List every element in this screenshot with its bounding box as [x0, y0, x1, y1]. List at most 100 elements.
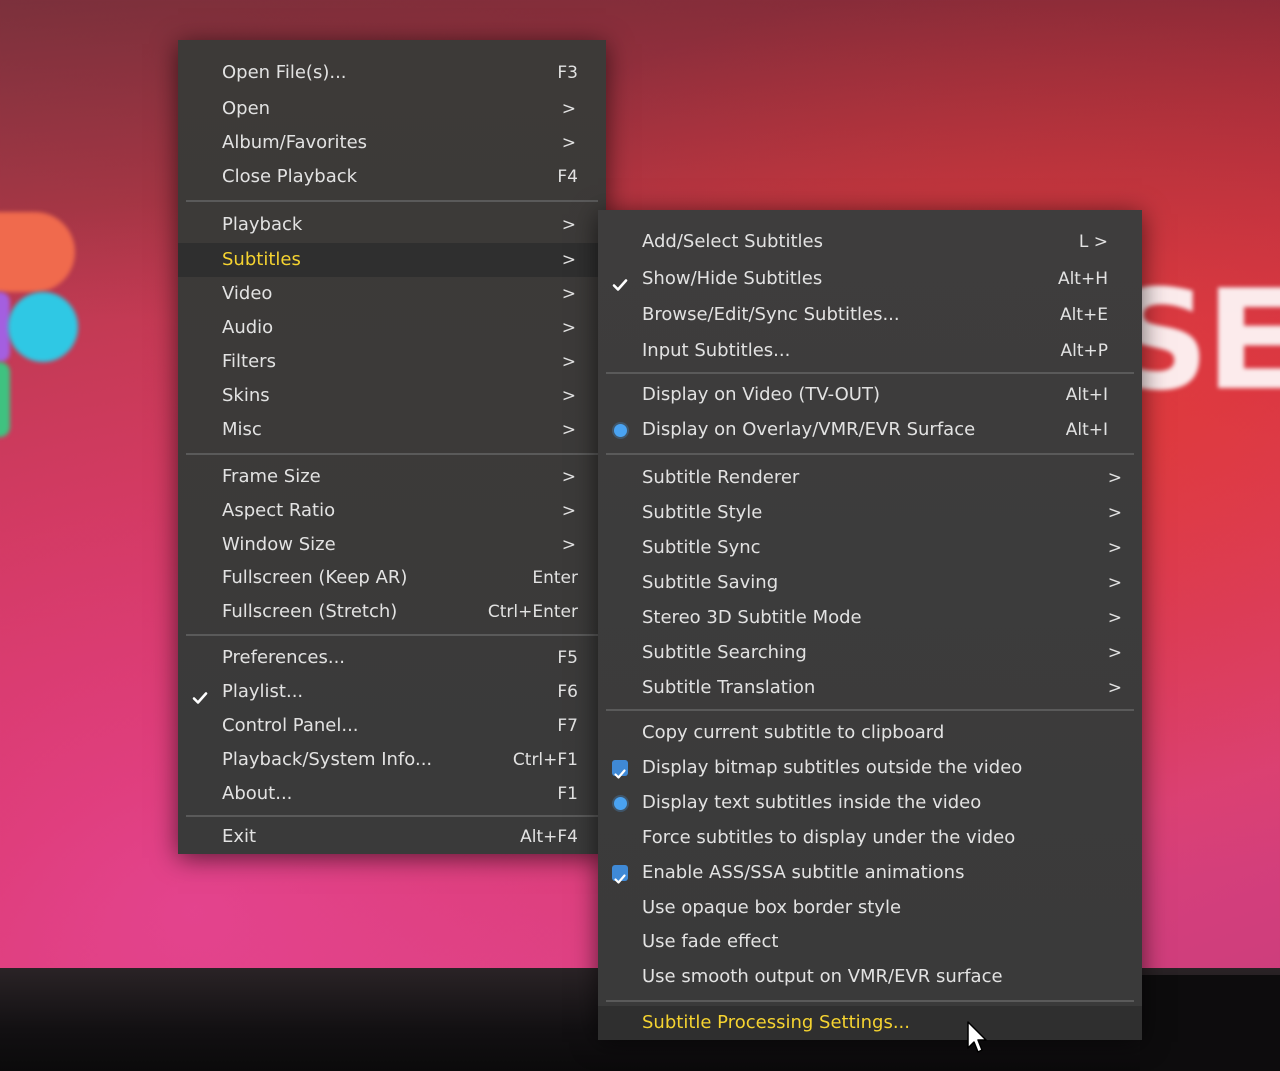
submenu-item-text-inside-video[interactable]: Display text subtitles inside the video — [598, 786, 1142, 820]
menu-item-shortcut: Alt+H — [1057, 269, 1108, 289]
menu-item-label: Skins — [222, 385, 270, 406]
menu-item-audio[interactable]: Audio > — [178, 311, 606, 345]
menu-separator — [186, 453, 598, 455]
submenu-item-subtitle-translation[interactable]: Subtitle Translation > — [598, 671, 1142, 705]
submenu-item-subtitle-saving[interactable]: Subtitle Saving > — [598, 566, 1142, 600]
menu-item-shortcut: Enter — [532, 568, 578, 588]
submenu-item-display-on-overlay[interactable]: Display on Overlay/VMR/EVR Surface Alt+I — [598, 413, 1142, 447]
menu-item-shortcut: F1 — [557, 784, 578, 804]
menu-item-control-panel[interactable]: Control Panel... F7 — [178, 709, 606, 743]
submenu-arrow-icon: > — [561, 535, 576, 555]
menu-item-label: Misc — [222, 419, 262, 440]
menu-item-preferences[interactable]: Preferences... F5 — [178, 641, 606, 675]
menu-item-label: Control Panel... — [222, 715, 359, 736]
menu-item-playback-system-info[interactable]: Playback/System Info... Ctrl+F1 — [178, 743, 606, 777]
menu-item-label: Subtitle Style — [642, 502, 763, 523]
menu-item-label: Browse/Edit/Sync Subtitles... — [642, 304, 900, 325]
submenu-arrow-icon: > — [561, 318, 576, 338]
submenu-item-subtitle-sync[interactable]: Subtitle Sync > — [598, 531, 1142, 565]
menu-item-label: Copy current subtitle to clipboard — [642, 722, 945, 743]
menu-item-label: Use smooth output on VMR/EVR surface — [642, 966, 1003, 987]
submenu-item-display-on-video[interactable]: Display on Video (TV-OUT) Alt+I — [598, 378, 1142, 412]
submenu-item-subtitle-processing-settings[interactable]: Subtitle Processing Settings... — [598, 1006, 1142, 1040]
menu-item-shortcut: L > — [1078, 232, 1108, 252]
submenu-item-subtitle-renderer[interactable]: Subtitle Renderer > — [598, 461, 1142, 495]
menu-item-album-favorites[interactable]: Album/Favorites > — [178, 126, 606, 160]
menu-item-about[interactable]: About... F1 — [178, 777, 606, 811]
submenu-item-input-subtitles[interactable]: Input Subtitles... Alt+P — [598, 334, 1142, 368]
menu-separator — [606, 1000, 1134, 1002]
menu-item-shortcut: Alt+P — [1060, 341, 1108, 361]
menu-item-window-size[interactable]: Window Size > — [178, 528, 606, 562]
menu-item-label: Playback — [222, 214, 303, 235]
submenu-item-show-hide-subtitles[interactable]: Show/Hide Subtitles Alt+H — [598, 262, 1142, 296]
menu-item-label: Display on Overlay/VMR/EVR Surface — [642, 419, 976, 440]
menu-item-close-playback[interactable]: Close Playback F4 — [178, 160, 606, 194]
radio-selected-icon — [614, 797, 627, 810]
submenu-arrow-icon: > — [561, 467, 576, 487]
menu-item-filters[interactable]: Filters > — [178, 345, 606, 379]
menu-item-shortcut: F4 — [557, 167, 578, 187]
menu-item-label: Enable ASS/SSA subtitle animations — [642, 862, 965, 883]
submenu-arrow-icon: > — [1107, 503, 1122, 523]
menu-item-label: About... — [222, 783, 293, 804]
menu-item-label: Open File(s)... — [222, 62, 347, 83]
menu-separator — [186, 200, 598, 202]
menu-item-shortcut: Alt+I — [1065, 420, 1108, 440]
submenu-item-bitmap-outside-video[interactable]: Display bitmap subtitles outside the vid… — [598, 751, 1142, 785]
submenu-item-browse-edit-sync[interactable]: Browse/Edit/Sync Subtitles... Alt+E — [598, 298, 1142, 332]
menu-item-label: Use fade effect — [642, 931, 779, 952]
radio-selected-icon — [614, 424, 627, 437]
menu-item-label: Subtitle Saving — [642, 572, 779, 593]
menu-item-open-files[interactable]: Open File(s)... F3 — [178, 56, 606, 90]
submenu-item-opaque-box-border[interactable]: Use opaque box border style — [598, 891, 1142, 925]
menu-item-shortcut: Alt+F4 — [520, 827, 578, 847]
menu-item-label: Subtitle Translation — [642, 677, 816, 698]
submenu-item-add-select-subtitles[interactable]: Add/Select Subtitles L > — [598, 225, 1142, 259]
menu-item-label: Show/Hide Subtitles — [642, 268, 823, 289]
menu-item-label: Display text subtitles inside the video — [642, 792, 982, 813]
submenu-arrow-icon: > — [561, 133, 576, 153]
submenu-arrow-icon: > — [1107, 538, 1122, 558]
menu-item-exit[interactable]: Exit Alt+F4 — [178, 820, 606, 854]
submenu-item-stereo-3d-subtitle-mode[interactable]: Stereo 3D Subtitle Mode > — [598, 601, 1142, 635]
submenu-arrow-icon: > — [1107, 573, 1122, 593]
submenu-item-smooth-output[interactable]: Use smooth output on VMR/EVR surface — [598, 960, 1142, 994]
menu-item-misc[interactable]: Misc > — [178, 413, 606, 447]
submenu-item-subtitle-searching[interactable]: Subtitle Searching > — [598, 636, 1142, 670]
submenu-arrow-icon: > — [561, 386, 576, 406]
menu-item-shortcut: Ctrl+F1 — [512, 750, 578, 770]
submenu-arrow-icon: > — [561, 215, 576, 235]
menu-item-subtitles[interactable]: Subtitles > — [178, 243, 606, 277]
submenu-arrow-icon: > — [561, 501, 576, 521]
menu-item-frame-size[interactable]: Frame Size > — [178, 460, 606, 494]
submenu-item-ass-ssa-animations[interactable]: Enable ASS/SSA subtitle animations — [598, 856, 1142, 890]
submenu-item-copy-subtitle[interactable]: Copy current subtitle to clipboard — [598, 716, 1142, 750]
menu-item-fullscreen-keep-ar[interactable]: Fullscreen (Keep AR) Enter — [178, 561, 606, 595]
submenu-item-subtitle-style[interactable]: Subtitle Style > — [598, 496, 1142, 530]
menu-item-label: Subtitle Searching — [642, 642, 807, 663]
menu-item-skins[interactable]: Skins > — [178, 379, 606, 413]
menu-item-aspect-ratio[interactable]: Aspect Ratio > — [178, 494, 606, 528]
submenu-arrow-icon: > — [561, 250, 576, 270]
submenu-arrow-icon: > — [561, 420, 576, 440]
menu-item-open[interactable]: Open > — [178, 92, 606, 126]
submenu-arrow-icon: > — [561, 99, 576, 119]
menu-item-fullscreen-stretch[interactable]: Fullscreen (Stretch) Ctrl+Enter — [178, 595, 606, 629]
menu-item-video[interactable]: Video > — [178, 277, 606, 311]
menu-item-label: Playlist... — [222, 681, 304, 702]
submenu-item-force-under-video[interactable]: Force subtitles to display under the vid… — [598, 821, 1142, 855]
mouse-pointer-icon — [966, 1020, 990, 1056]
menu-item-label: Use opaque box border style — [642, 897, 902, 918]
checkbox-checked-icon — [612, 760, 628, 779]
menu-item-label: Stereo 3D Subtitle Mode — [642, 607, 862, 628]
menu-separator — [186, 634, 598, 636]
submenu-item-fade-effect[interactable]: Use fade effect — [598, 925, 1142, 959]
submenu-arrow-icon: > — [561, 352, 576, 372]
menu-separator — [606, 453, 1134, 455]
menu-item-label: Subtitle Processing Settings... — [642, 1012, 911, 1033]
menu-item-label: Aspect Ratio — [222, 500, 336, 521]
checkbox-checked-icon — [612, 865, 628, 884]
menu-item-playback[interactable]: Playback > — [178, 208, 606, 242]
menu-item-playlist[interactable]: Playlist... F6 — [178, 675, 606, 709]
